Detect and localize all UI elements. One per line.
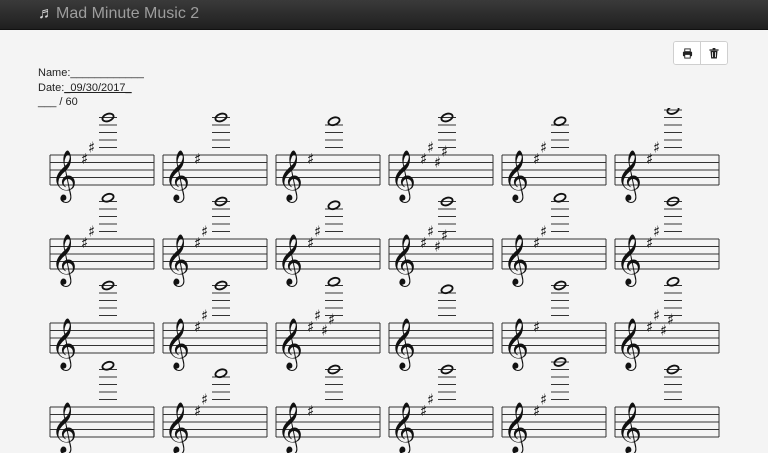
navbar: ♬ Mad Minute Music 2 xyxy=(0,0,768,30)
sharp-icon: ♯ xyxy=(307,150,314,168)
staff-measure: 𝄞 xyxy=(49,360,155,453)
treble-clef-icon: 𝄞 xyxy=(277,402,303,453)
print-icon xyxy=(682,47,692,59)
staff-measure: 𝄞 xyxy=(388,284,494,371)
sharp-icon: ♯ xyxy=(540,139,547,157)
treble-clef-icon: 𝄞 xyxy=(51,318,77,371)
staff-measure: 𝄞 ♯♯♯♯ xyxy=(275,276,381,371)
staff-measure: 𝄞 ♯ xyxy=(162,112,268,203)
treble-clef-icon: 𝄞 xyxy=(503,402,529,453)
treble-clef-icon: 𝄞 xyxy=(277,234,303,287)
sharp-icon: ♯ xyxy=(441,226,448,244)
treble-clef-icon: 𝄞 xyxy=(390,150,416,203)
score-blank: ___ xyxy=(38,96,57,108)
staff-measure: 𝄞 ♯♯ xyxy=(49,192,155,287)
sharp-icon: ♯ xyxy=(653,223,660,241)
treble-clef-icon: 𝄞 xyxy=(616,318,642,371)
staff-measure: 𝄞 ♯♯ xyxy=(162,368,268,453)
name-line: Name:____________ xyxy=(38,66,144,81)
sharp-icon: ♯ xyxy=(427,391,434,409)
staff-measure: 𝄞 ♯♯♯♯ xyxy=(614,276,720,371)
staff-measure: 𝄞 xyxy=(614,364,720,453)
app-title: Mad Minute Music 2 xyxy=(56,5,200,22)
treble-clef-icon: 𝄞 xyxy=(503,318,529,371)
staff-measure: 𝄞 ♯♯ xyxy=(49,112,155,203)
staff-measure: 𝄞 ♯ xyxy=(275,116,381,203)
staff-measure: 𝄞 ♯♯ xyxy=(501,357,607,453)
toolbar xyxy=(673,41,728,65)
sharp-icon: ♯ xyxy=(540,223,547,241)
name-label: Name: xyxy=(38,67,71,79)
sharp-icon: ♯ xyxy=(201,223,208,241)
sharp-icon: ♯ xyxy=(653,139,660,157)
brand-link[interactable]: ♬ Mad Minute Music 2 xyxy=(38,4,199,24)
staff-measure: 𝄞 ♯♯♯♯ xyxy=(388,196,494,287)
treble-clef-icon: 𝄞 xyxy=(164,234,190,287)
sharp-icon: ♯ xyxy=(194,150,201,168)
date-line: Date:_09/30/2017_ xyxy=(38,81,144,96)
treble-clef-icon: 𝄞 xyxy=(503,234,529,287)
treble-clef-icon: 𝄞 xyxy=(616,234,642,287)
treble-clef-icon: 𝄞 xyxy=(51,150,77,203)
treble-clef-icon: 𝄞 xyxy=(390,234,416,287)
treble-clef-icon: 𝄞 xyxy=(164,150,190,203)
whole-note xyxy=(666,108,680,115)
sharp-icon: ♯ xyxy=(307,402,314,420)
treble-clef-icon: 𝄞 xyxy=(277,150,303,203)
music-note-icon: ♬ xyxy=(38,5,54,22)
date-value: _09/30/2017_ xyxy=(64,81,132,94)
staff-measure: 𝄞 ♯♯ xyxy=(162,196,268,287)
sharp-icon: ♯ xyxy=(88,223,95,241)
staff-measure: 𝄞 ♯♯ xyxy=(501,116,607,203)
print-button[interactable] xyxy=(674,42,700,64)
treble-clef-icon: 𝄞 xyxy=(616,150,642,203)
treble-clef-icon: 𝄞 xyxy=(503,150,529,203)
staff-measure: 𝄞 ♯♯♯♯ xyxy=(388,112,494,203)
staff-measure: 𝄞 ♯ xyxy=(501,280,607,371)
treble-clef-icon: 𝄞 xyxy=(51,234,77,287)
sharp-icon: ♯ xyxy=(441,142,448,160)
staff-measure: 𝄞 ♯♯ xyxy=(388,364,494,453)
music-staff-sheet: 𝄞 ♯♯𝄞 ♯ 𝄞 ♯ 𝄞 ♯♯♯♯ 𝄞 ♯♯𝄞 ♯♯𝄞 ♯♯𝄞 ♯♯𝄞 ♯♯𝄞 ♯♯♯♯ 𝄞 ♯♯𝄞 ♯♯𝄞 𝄞… xyxy=(49,108,720,453)
treble-clef-icon: 𝄞 xyxy=(616,402,642,453)
staff-measure: 𝄞 ♯♯ xyxy=(162,280,268,371)
staff-measure: 𝄞 ♯♯ xyxy=(614,196,720,287)
trash-icon xyxy=(709,47,719,59)
sharp-icon: ♯ xyxy=(201,391,208,409)
staff-measure: 𝄞 ♯♯ xyxy=(275,200,381,287)
sharp-icon: ♯ xyxy=(88,139,95,157)
sharp-icon: ♯ xyxy=(314,223,321,241)
sharp-icon: ♯ xyxy=(667,310,674,328)
score-total: / 60 xyxy=(59,96,78,108)
treble-clef-icon: 𝄞 xyxy=(390,402,416,453)
staff-measure: 𝄞 ♯♯ xyxy=(501,192,607,287)
staff-measure: 𝄞 ♯♯ xyxy=(614,108,720,203)
date-label: Date: xyxy=(38,81,65,94)
staff-measure: 𝄞 ♯ xyxy=(275,364,381,453)
sharp-icon: ♯ xyxy=(533,318,540,336)
delete-button[interactable] xyxy=(700,42,727,64)
treble-clef-icon: 𝄞 xyxy=(390,318,416,371)
sharp-icon: ♯ xyxy=(201,307,208,325)
treble-clef-icon: 𝄞 xyxy=(51,402,77,453)
sharp-icon: ♯ xyxy=(540,391,547,409)
treble-clef-icon: 𝄞 xyxy=(277,318,303,371)
worksheet-info: Name:____________ Date:_09/30/2017_ ___ … xyxy=(38,66,144,110)
treble-clef-icon: 𝄞 xyxy=(164,318,190,371)
sharp-icon: ♯ xyxy=(328,310,335,328)
name-blank: ____________ xyxy=(70,67,144,79)
staff-measure: 𝄞 xyxy=(49,280,155,371)
treble-clef-icon: 𝄞 xyxy=(164,402,190,453)
